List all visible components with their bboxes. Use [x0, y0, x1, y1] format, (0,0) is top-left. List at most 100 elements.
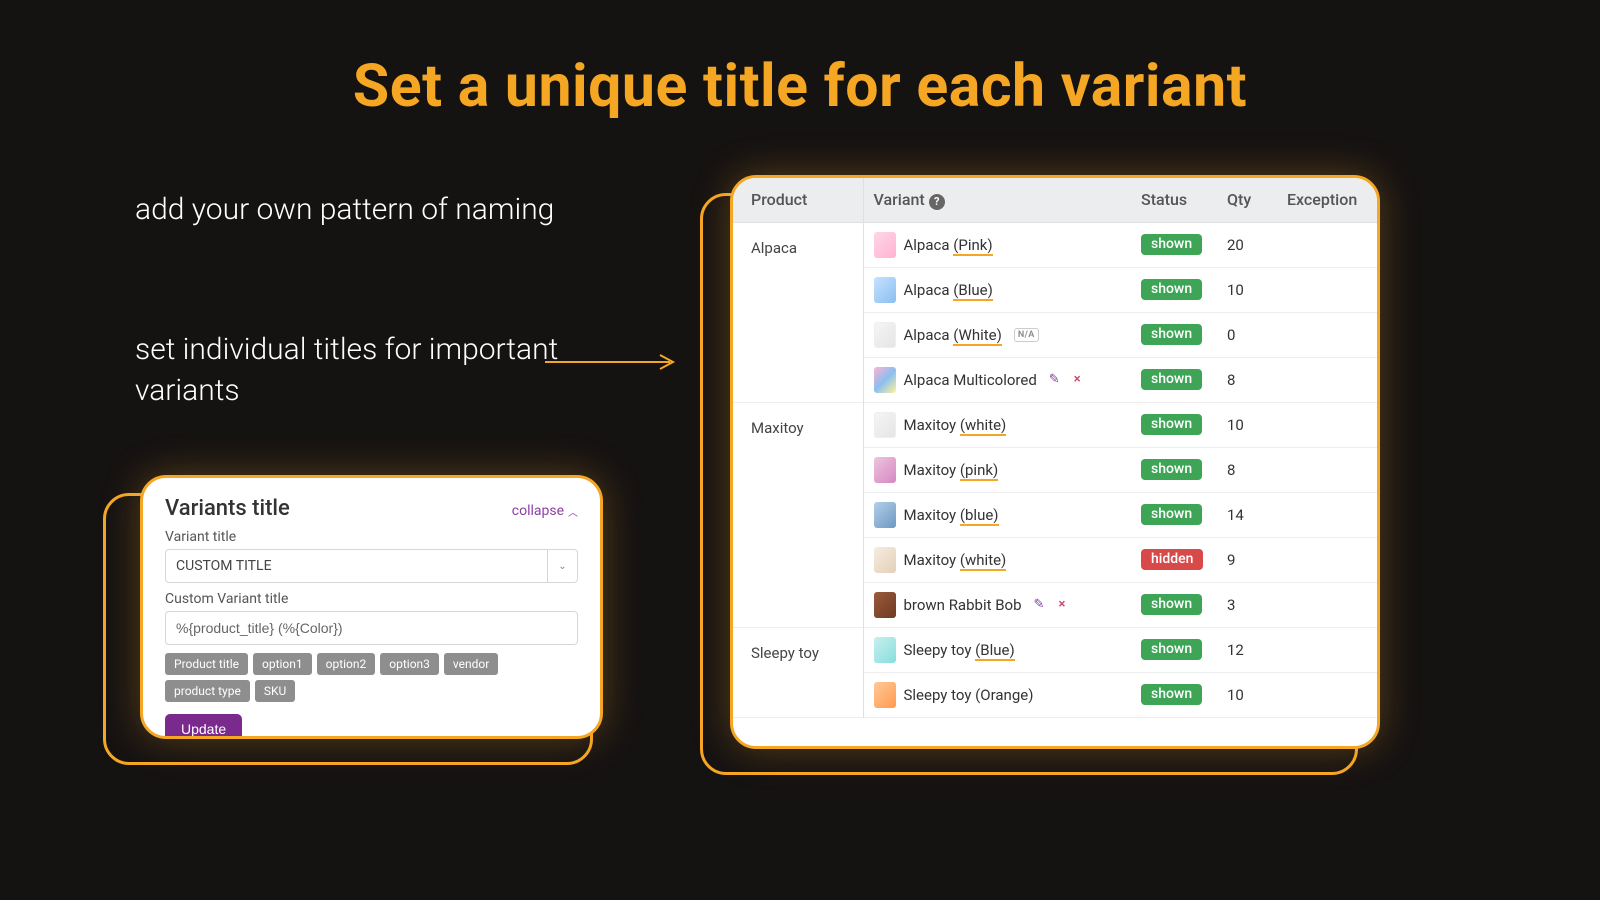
status-cell: shown — [1131, 492, 1217, 537]
product-cell: Alpaca — [733, 222, 863, 402]
arrow-icon — [545, 352, 680, 372]
exception-cell — [1277, 267, 1377, 312]
variant-name: Maxitoy (pink) — [904, 461, 999, 479]
help-icon[interactable]: ? — [929, 194, 945, 210]
variant-cell: Maxitoy (white) — [863, 402, 1131, 447]
col-status: Status — [1131, 178, 1217, 222]
exception-cell — [1277, 627, 1377, 672]
exception-cell — [1277, 357, 1377, 402]
variant-thumbnail — [874, 682, 896, 708]
variant-name: Alpaca (Blue) — [904, 281, 993, 299]
status-cell: shown — [1131, 312, 1217, 357]
status-badge: shown — [1141, 594, 1202, 615]
qty-cell: 10 — [1217, 267, 1277, 312]
status-badge: shown — [1141, 324, 1202, 345]
status-cell: shown — [1131, 357, 1217, 402]
variant-thumbnail — [874, 502, 896, 528]
na-badge: N/A — [1014, 328, 1039, 342]
variant-name: brown Rabbit Bob — [904, 596, 1022, 614]
token-row: Product titleoption1option2option3vendor… — [165, 653, 578, 702]
variant-thumbnail — [874, 637, 896, 663]
variants-table-card: Product Variant? Status Qty Exception Al… — [730, 175, 1380, 749]
variant-cell: Sleepy toy (Orange) — [863, 672, 1131, 717]
exception-cell — [1277, 582, 1377, 627]
status-cell: shown — [1131, 447, 1217, 492]
qty-cell: 14 — [1217, 492, 1277, 537]
collapse-toggle[interactable]: collapse ︿ — [512, 503, 578, 519]
variant-name: Maxitoy (white) — [904, 551, 1007, 569]
remove-icon[interactable]: × — [1058, 597, 1065, 612]
status-badge: hidden — [1141, 549, 1203, 570]
token-option3[interactable]: option3 — [380, 653, 439, 675]
status-cell: shown — [1131, 222, 1217, 267]
status-cell: hidden — [1131, 537, 1217, 582]
variant-cell: Maxitoy (white) — [863, 537, 1131, 582]
variant-thumbnail — [874, 367, 896, 393]
product-cell: Maxitoy — [733, 402, 863, 627]
qty-cell: 0 — [1217, 312, 1277, 357]
custom-variant-title-label: Custom Variant title — [165, 591, 578, 607]
status-cell: shown — [1131, 672, 1217, 717]
table-row: AlpacaAlpaca (Pink)shown20 — [733, 222, 1377, 267]
variant-thumbnail — [874, 457, 896, 483]
status-badge: shown — [1141, 369, 1202, 390]
chevron-down-icon: ⌄ — [547, 550, 577, 582]
variant-cell: Alpaca (White) N/A — [863, 312, 1131, 357]
variants-table: Product Variant? Status Qty Exception Al… — [733, 178, 1377, 718]
exception-cell — [1277, 447, 1377, 492]
status-badge: shown — [1141, 459, 1202, 480]
status-cell: shown — [1131, 267, 1217, 312]
status-badge: shown — [1141, 414, 1202, 435]
edit-icon[interactable]: ✎ — [1049, 372, 1060, 387]
token-option2[interactable]: option2 — [317, 653, 376, 675]
col-product: Product — [733, 178, 863, 222]
token-vendor[interactable]: vendor — [444, 653, 498, 675]
variant-cell: Alpaca (Blue) — [863, 267, 1131, 312]
variant-name: Alpaca (Pink) — [904, 236, 993, 254]
variant-thumbnail — [874, 592, 896, 618]
col-variant: Variant? — [863, 178, 1131, 222]
variant-name: Sleepy toy (Orange) — [904, 686, 1034, 704]
status-cell: shown — [1131, 627, 1217, 672]
status-cell: shown — [1131, 402, 1217, 447]
variant-name: Sleepy toy (Blue) — [904, 641, 1015, 659]
qty-cell: 8 — [1217, 357, 1277, 402]
blurb-individual: set individual titles for important vari… — [135, 330, 565, 411]
token-sku[interactable]: SKU — [255, 680, 295, 702]
variant-cell: Maxitoy (blue) — [863, 492, 1131, 537]
remove-icon[interactable]: × — [1074, 372, 1081, 387]
variant-thumbnail — [874, 412, 896, 438]
exception-cell — [1277, 672, 1377, 717]
variant-thumbnail — [874, 232, 896, 258]
status-badge: shown — [1141, 639, 1202, 660]
variant-title-select[interactable]: CUSTOM TITLE ⌄ — [165, 549, 578, 583]
status-badge: shown — [1141, 234, 1202, 255]
edit-icon[interactable]: ✎ — [1034, 597, 1045, 612]
token-product-type[interactable]: product type — [165, 680, 250, 702]
exception-cell — [1277, 312, 1377, 357]
product-cell: Sleepy toy — [733, 627, 863, 717]
blurb-pattern: add your own pattern of naming — [135, 190, 565, 231]
panel-title: Variants title — [165, 496, 290, 521]
token-product-title[interactable]: Product title — [165, 653, 248, 675]
variant-name: Alpaca (White) — [904, 326, 1002, 344]
exception-cell — [1277, 492, 1377, 537]
qty-cell: 20 — [1217, 222, 1277, 267]
col-qty: Qty — [1217, 178, 1277, 222]
update-button[interactable]: Update — [165, 714, 242, 739]
custom-variant-title-input[interactable] — [165, 611, 578, 645]
qty-cell: 10 — [1217, 402, 1277, 447]
status-badge: shown — [1141, 279, 1202, 300]
status-badge: shown — [1141, 684, 1202, 705]
qty-cell: 9 — [1217, 537, 1277, 582]
exception-cell — [1277, 402, 1377, 447]
exception-cell — [1277, 222, 1377, 267]
qty-cell: 10 — [1217, 672, 1277, 717]
token-option1[interactable]: option1 — [253, 653, 312, 675]
qty-cell: 12 — [1217, 627, 1277, 672]
status-cell: shown — [1131, 582, 1217, 627]
qty-cell: 8 — [1217, 447, 1277, 492]
variant-name: Maxitoy (blue) — [904, 506, 999, 524]
qty-cell: 3 — [1217, 582, 1277, 627]
table-row: MaxitoyMaxitoy (white)shown10 — [733, 402, 1377, 447]
